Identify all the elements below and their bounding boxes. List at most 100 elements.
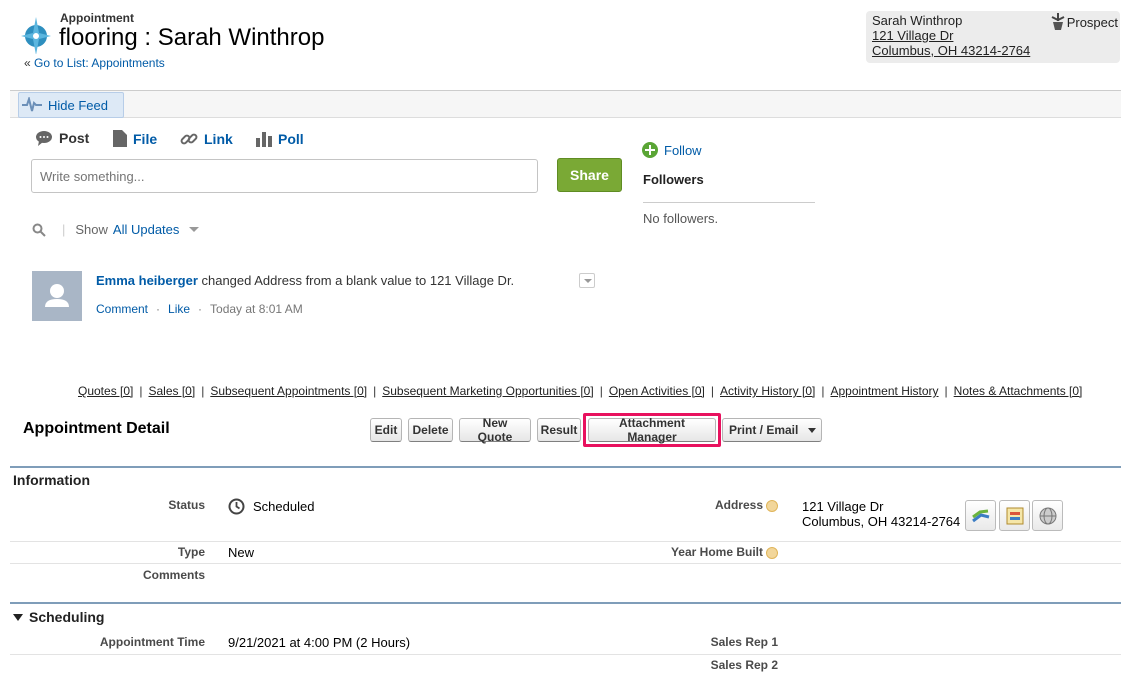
scheduling-section-rule bbox=[10, 602, 1121, 604]
scheduling-section-toggle[interactable]: Scheduling bbox=[13, 609, 104, 625]
related-sep: | bbox=[821, 384, 825, 398]
object-type-label: Appointment bbox=[60, 11, 134, 25]
scheduling-heading: Scheduling bbox=[29, 609, 105, 625]
tab-link-label: Link bbox=[204, 131, 233, 147]
filter-show-label: Show bbox=[75, 222, 108, 237]
comment-link[interactable]: Comment bbox=[96, 302, 148, 316]
meta-dot: · bbox=[198, 302, 203, 316]
related-link-notes-attachments[interactable]: Notes & Attachments [0] bbox=[954, 384, 1083, 398]
post-bubble-icon bbox=[36, 131, 52, 146]
related-link-activity-history[interactable]: Activity History [0] bbox=[720, 384, 815, 398]
contact-address-line1[interactable]: 121 Village Dr bbox=[872, 28, 953, 43]
user-silhouette-icon bbox=[45, 284, 69, 307]
related-sep: | bbox=[944, 384, 948, 398]
followers-heading: Followers bbox=[643, 172, 704, 187]
row-divider bbox=[10, 563, 1121, 564]
contact-card: Sarah Winthrop 121 Village Dr Columbus, … bbox=[866, 11, 1120, 63]
filter-all-updates[interactable]: All Updates bbox=[113, 222, 179, 237]
information-heading: Information bbox=[13, 472, 90, 488]
appointment-time-label: Appointment Time bbox=[99, 635, 205, 649]
address-value: 121 Village Dr Columbus, OH 43214-2764 bbox=[802, 499, 960, 529]
address-line2: Columbus, OH 43214-2764 bbox=[802, 514, 961, 529]
related-link-appointment-history[interactable]: Appointment History bbox=[830, 384, 938, 398]
feed-filter-row: | Show All Updates bbox=[32, 222, 200, 237]
status-label: Status bbox=[168, 498, 205, 512]
link-icon bbox=[180, 133, 198, 145]
plus-circle-icon bbox=[642, 142, 658, 158]
meta-dot: · bbox=[156, 302, 161, 316]
pulse-icon bbox=[22, 97, 42, 112]
no-followers-text: No followers. bbox=[643, 211, 719, 226]
hide-feed-label: Hide Feed bbox=[48, 97, 108, 113]
new-quote-button[interactable]: New Quote bbox=[459, 416, 531, 444]
appointment-compass-icon bbox=[20, 14, 54, 55]
follow-link[interactable]: Follow bbox=[642, 142, 702, 158]
directions-icon bbox=[971, 509, 989, 522]
map-icon bbox=[1006, 507, 1023, 524]
feed-item-menu-button[interactable] bbox=[579, 273, 595, 288]
sales-rep2-label: Sales Rep 2 bbox=[710, 658, 778, 672]
back-to-list-link[interactable]: « Go to List: Appointments bbox=[24, 56, 165, 70]
status-text: Scheduled bbox=[253, 499, 315, 514]
related-link-quotes[interactable]: Quotes [0] bbox=[78, 384, 133, 398]
filter-chevron-down-icon[interactable] bbox=[189, 227, 200, 232]
information-section-rule bbox=[10, 466, 1121, 468]
year-built-label-text: Year Home Built bbox=[670, 545, 763, 559]
contact-address-line2[interactable]: Columbus, OH 43214-2764 bbox=[872, 43, 1030, 58]
plant-pot-icon bbox=[1051, 13, 1065, 30]
like-link[interactable]: Like bbox=[168, 302, 190, 316]
tab-post-label: Post bbox=[59, 130, 90, 146]
feed-toolbar: Hide Feed bbox=[10, 90, 1121, 118]
tab-file[interactable]: File bbox=[113, 130, 157, 147]
page-title: flooring : Sarah Winthrop bbox=[59, 24, 325, 51]
tab-link[interactable]: Link bbox=[180, 130, 233, 148]
edit-button[interactable]: Edit bbox=[370, 418, 402, 442]
share-button[interactable]: Share bbox=[557, 158, 622, 192]
filter-divider: | bbox=[62, 222, 66, 237]
clock-icon bbox=[228, 498, 245, 515]
prospect-label: Prospect bbox=[1066, 14, 1118, 30]
tab-post[interactable]: Post bbox=[35, 130, 89, 146]
print-email-button[interactable]: Print / Email bbox=[722, 418, 822, 442]
related-sep: | bbox=[373, 384, 377, 398]
help-icon[interactable] bbox=[766, 546, 778, 559]
globe-button[interactable] bbox=[1032, 500, 1063, 531]
print-email-label: Print / Email bbox=[729, 423, 799, 437]
delete-button[interactable]: Delete bbox=[408, 418, 453, 442]
avatar[interactable] bbox=[32, 271, 82, 321]
contact-name: Sarah Winthrop bbox=[872, 13, 963, 28]
related-link-subsequent-appointments[interactable]: Subsequent Appointments [0] bbox=[210, 384, 367, 398]
comments-label: Comments bbox=[142, 568, 205, 582]
address-label-text: Address bbox=[714, 498, 763, 512]
related-sep: | bbox=[139, 384, 143, 398]
file-icon bbox=[113, 130, 127, 147]
type-value: New bbox=[228, 545, 255, 560]
help-icon[interactable] bbox=[766, 499, 778, 512]
map-button[interactable] bbox=[999, 500, 1030, 531]
related-sep: | bbox=[710, 384, 714, 398]
hide-feed-button[interactable]: Hide Feed bbox=[18, 92, 124, 118]
related-sep: | bbox=[599, 384, 603, 398]
back-to-list-label: Go to List: Appointments bbox=[34, 56, 165, 70]
follow-label: Follow bbox=[664, 142, 702, 158]
result-button[interactable]: Result bbox=[537, 418, 581, 442]
attachment-manager-button[interactable]: Attachment Manager bbox=[588, 416, 716, 444]
search-icon[interactable] bbox=[32, 223, 46, 237]
back-arrow: « bbox=[24, 56, 31, 70]
feed-item-meta: Comment · Like · Today at 8:01 AM bbox=[96, 302, 303, 316]
tab-poll[interactable]: Poll bbox=[256, 130, 304, 147]
prospect-status: Prospect bbox=[1051, 13, 1118, 31]
address-line1: 121 Village Dr bbox=[802, 499, 884, 514]
write-something-input[interactable] bbox=[31, 159, 538, 193]
related-link-subsequent-marketing[interactable]: Subsequent Marketing Opportunities [0] bbox=[382, 384, 593, 398]
chevron-down-icon bbox=[808, 427, 817, 433]
related-link-sales[interactable]: Sales [0] bbox=[149, 384, 196, 398]
directions-button[interactable] bbox=[965, 500, 996, 531]
feed-item-actor[interactable]: Emma heiberger bbox=[96, 273, 198, 288]
related-sep: | bbox=[201, 384, 205, 398]
related-link-open-activities[interactable]: Open Activities [0] bbox=[609, 384, 705, 398]
collapse-triangle-icon bbox=[13, 613, 23, 621]
row-divider bbox=[10, 654, 1121, 655]
appointment-time-value: 9/21/2021 at 4:00 PM (2 Hours) bbox=[228, 635, 411, 650]
status-value: Scheduled bbox=[228, 498, 314, 515]
